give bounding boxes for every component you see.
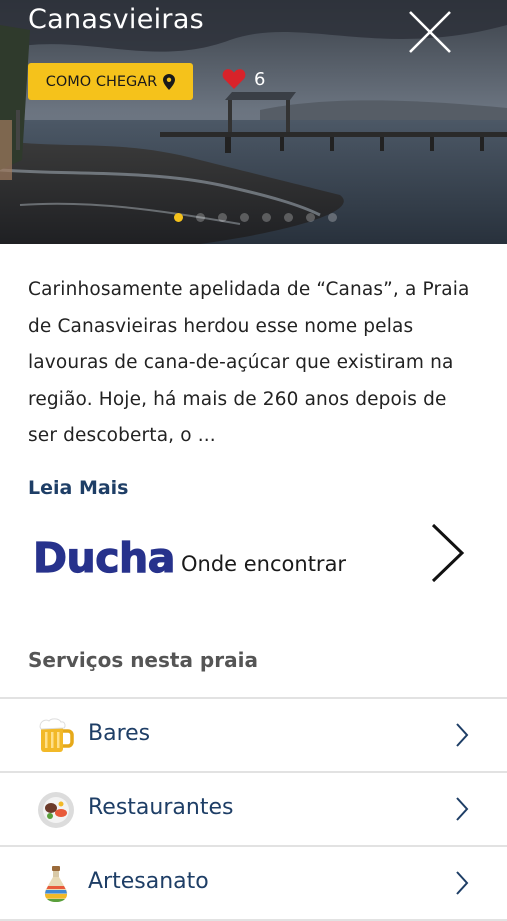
description-line: ser descoberta, o ... [28, 425, 216, 446]
services-list: Bares Restaurantes Artesanato [0, 697, 507, 921]
shower-finder-label: Onde encontrar [181, 552, 347, 576]
directions-button[interactable]: COMO CHEGAR [28, 63, 193, 100]
beer-mug-icon [39, 718, 74, 752]
service-label: Artesanato [88, 869, 209, 894]
service-item-artesanato[interactable]: Artesanato [0, 847, 507, 921]
beach-description: Carinhosamente apelidada de “Canas”, a P… [28, 272, 486, 455]
service-label: Restaurantes [88, 795, 234, 820]
pagination-dot[interactable] [262, 213, 271, 222]
page-title: Canasvieiras [28, 4, 205, 35]
service-item-bares[interactable]: Bares [0, 699, 507, 773]
likes-count: 6 [254, 68, 266, 90]
description-line: Carinhosamente apelidada de “Canas”, a P… [28, 279, 470, 300]
pagination-dot[interactable] [306, 213, 315, 222]
shower-brand-logo: Ducha [32, 533, 176, 582]
directions-button-label: COMO CHEGAR [45, 73, 158, 90]
heart-icon[interactable] [222, 68, 246, 90]
hero-photo[interactable]: Canasvieiras COMO CHEGAR 6 [0, 0, 507, 244]
chevron-right-icon [431, 523, 465, 583]
food-plate-icon [38, 792, 74, 828]
map-pin-icon [163, 73, 176, 90]
sand-bottle-icon [44, 866, 68, 902]
pagination-dot[interactable] [196, 213, 205, 222]
chevron-right-icon [456, 723, 469, 747]
close-icon[interactable] [404, 6, 456, 58]
description-line: região. Hoje, há mais de 260 anos depois… [28, 388, 447, 410]
pagination-dot[interactable] [284, 213, 293, 222]
description-line: lavouras de cana-de-açúcar que existiram… [28, 352, 454, 373]
description-line: de Canasvieiras herdou esse nome pelas [28, 315, 414, 337]
pagination-dot-active[interactable] [174, 213, 183, 222]
service-item-restaurantes[interactable]: Restaurantes [0, 773, 507, 847]
chevron-right-icon [456, 797, 469, 821]
chevron-right-icon [456, 871, 469, 895]
services-section-title: Serviços nesta praia [28, 648, 258, 672]
pagination-dot[interactable] [328, 213, 337, 222]
likes[interactable]: 6 [222, 68, 265, 90]
read-more-link[interactable]: Leia Mais [28, 477, 129, 499]
service-label: Bares [88, 721, 151, 746]
shower-finder-row[interactable]: Ducha Onde encontrar [0, 520, 507, 606]
pagination-dot[interactable] [218, 213, 227, 222]
pagination-dot[interactable] [240, 213, 249, 222]
